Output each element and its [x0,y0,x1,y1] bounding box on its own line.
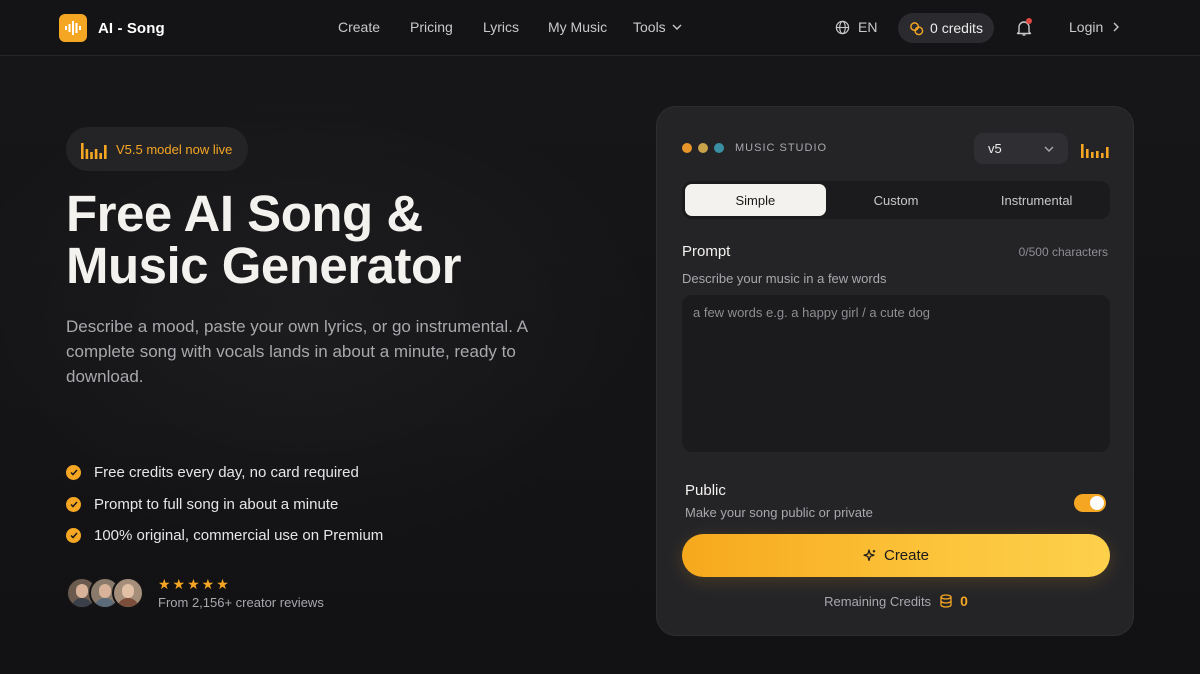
dot-gold [698,143,708,153]
notifications-button[interactable] [1013,17,1035,39]
title-line-1: Free AI Song & [66,185,423,242]
login-label: Login [1069,19,1104,35]
feature-item: Free credits every day, no card required [66,457,586,489]
prompt-label: Prompt [682,243,731,260]
equalizer-icon [81,143,107,159]
top-header: AI - Song Create Pricing Lyrics My Music… [0,0,1200,56]
public-help-text: Make your song public or private [685,505,873,520]
star-rating: ★★★★★ [158,575,231,592]
feature-list: Free credits every day, no card required… [66,457,586,552]
nav-create[interactable]: Create [338,19,380,35]
dot-orange [682,143,692,153]
check-icon [66,465,81,481]
model-select[interactable]: v5 [974,133,1068,164]
music-studio-card: MUSIC STUDIO v5 Simple Custom Instrument… [656,106,1134,636]
remaining-credits-value: 0 [960,593,968,609]
tab-custom[interactable]: Custom [826,184,967,216]
feature-item: Prompt to full song in about a minute [66,489,586,521]
model-announcement-badge[interactable]: V5.5 model now live [66,127,248,171]
chevron-down-icon [1044,146,1054,152]
equalizer-icon [1081,144,1109,158]
rating-block: ★★★★★ From 2,156+ creator reviews [158,576,324,610]
notification-badge [1026,18,1032,24]
check-icon [66,528,81,544]
nav-tools-label: Tools [633,19,666,35]
reviews-summary: ★★★★★ From 2,156+ creator reviews [66,576,586,610]
coins-icon [910,21,924,35]
feature-text: Prompt to full song in about a minute [94,495,339,513]
credits-button[interactable]: 0 credits [898,13,994,43]
globe-icon [835,20,850,34]
tab-simple[interactable]: Simple [685,184,826,216]
studio-label: MUSIC STUDIO [735,142,828,154]
badge-text: V5.5 model now live [116,141,233,157]
check-icon [66,496,81,512]
reviewer-avatars [66,576,146,609]
public-toggle[interactable] [1074,494,1106,512]
page-title: Free AI Song & Music Generator [66,188,586,292]
credits-label: 0 credits [930,20,983,36]
nav-my-music[interactable]: My Music [548,19,607,35]
prompt-help-text: Describe your music in a few words [682,271,887,286]
nav-lyrics[interactable]: Lyrics [483,19,519,35]
window-dots [682,143,730,153]
remaining-credits: Remaining Credits 0 [657,593,1135,609]
login-link[interactable]: Login [1069,19,1120,35]
remaining-credits-label: Remaining Credits [824,593,932,609]
feature-item: 100% original, commercial use on Premium [66,520,586,552]
create-button-label: Create [883,547,930,564]
sparkle-icon [863,548,876,561]
feature-text: 100% original, commercial use on Premium [94,527,384,545]
hero-description: Describe a mood, paste your own lyrics, … [66,317,528,386]
feature-text: Free credits every day, no card required [94,464,359,482]
nav-tools-dropdown[interactable]: Tools [633,19,682,35]
chevron-down-icon [672,24,682,30]
language-selector[interactable]: EN [835,19,877,35]
character-count: 0/500 characters [1018,245,1108,259]
language-label: EN [858,19,878,35]
create-button[interactable]: Create [682,534,1110,577]
mode-tabs: Simple Custom Instrumental [682,181,1110,219]
chevron-right-icon [1113,22,1120,32]
nav-pricing[interactable]: Pricing [410,19,453,35]
hero-section: V5.5 model now live Free AI Song & Music… [66,127,586,610]
database-icon [940,594,952,608]
dot-teal [714,143,724,153]
prompt-input[interactable] [682,295,1110,452]
title-line-2: Music Generator [66,237,461,294]
toggle-knob [1090,496,1104,510]
review-count-text: From 2,156+ creator reviews [158,594,324,610]
model-select-value: v5 [988,141,1002,156]
avatar [112,576,144,609]
tab-instrumental[interactable]: Instrumental [966,184,1107,216]
public-label: Public [685,482,726,499]
